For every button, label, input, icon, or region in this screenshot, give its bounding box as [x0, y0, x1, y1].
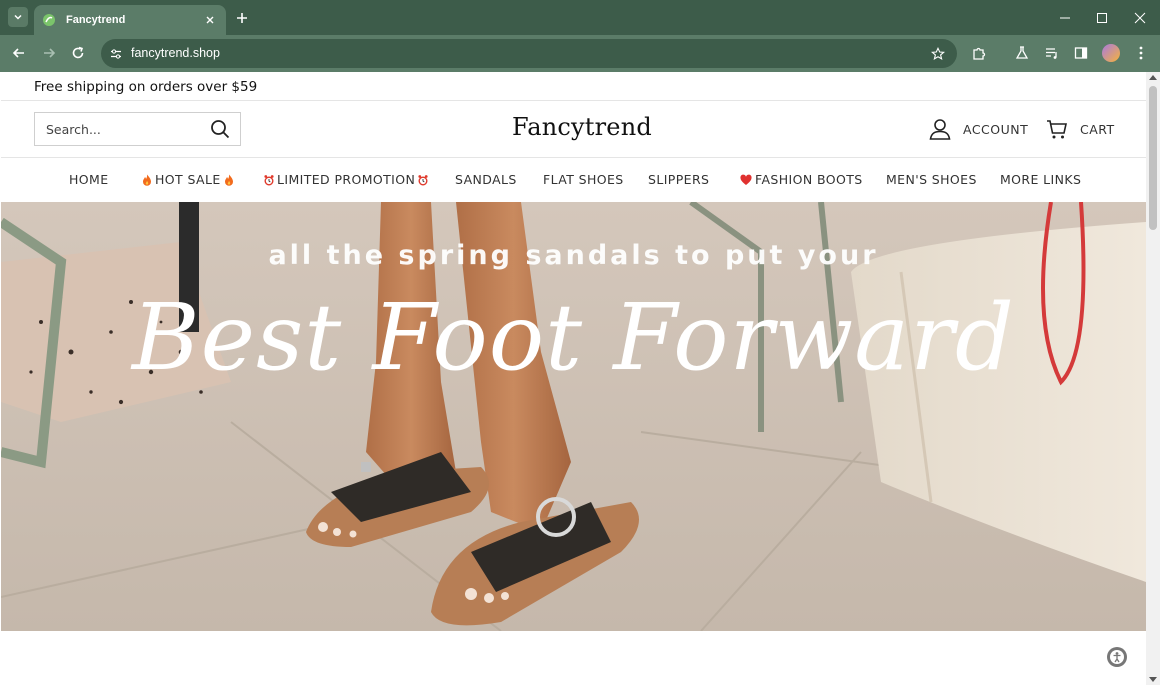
reload-button[interactable]: [68, 43, 88, 63]
browser-tab[interactable]: Fancytrend: [34, 5, 226, 35]
maximize-icon: [1097, 13, 1107, 23]
playlist-icon: [1046, 48, 1057, 59]
puzzle-icon: [972, 47, 985, 60]
maximize-button[interactable]: [1092, 8, 1112, 28]
address-bar[interactable]: fancytrend.shop: [101, 39, 957, 68]
site-info-button[interactable]: [107, 45, 125, 63]
nav-item-hot-sale[interactable]: HOT SALE: [139, 172, 237, 187]
nav-item-label: SLIPPERS: [648, 172, 710, 187]
page-viewport: Free shipping on orders over $59 Fancytr…: [1, 72, 1146, 685]
nav-item-label: HOT SALE: [155, 172, 221, 187]
scroll-down-arrow-icon[interactable]: [1149, 677, 1157, 682]
new-tab-button[interactable]: [232, 8, 252, 28]
browser-tabstrip: Fancytrend: [0, 0, 1160, 35]
accessibility-widget-button[interactable]: [1107, 647, 1127, 667]
nav-item-fashion-boots[interactable]: FASHION BOOTS: [737, 172, 863, 187]
heart-icon: [740, 174, 752, 185]
extensions-button[interactable]: [970, 44, 988, 62]
nav-item-limited-promotion[interactable]: LIMITED PROMOTION: [261, 172, 431, 187]
plus-icon: [237, 13, 247, 23]
hero-banner[interactable]: all the spring sandals to put your Best …: [1, 202, 1146, 631]
announcement-bar: Free shipping on orders over $59: [1, 72, 1146, 101]
kebab-menu-icon: [1139, 46, 1143, 60]
side-panel-button[interactable]: [1072, 44, 1090, 62]
nav-item-mens-shoes[interactable]: MEN'S SHOES: [886, 172, 977, 187]
url-text[interactable]: fancytrend.shop: [131, 46, 220, 60]
close-icon: [1134, 12, 1146, 24]
nav-item-sandals[interactable]: SANDALS: [455, 172, 517, 187]
hero-title: Best Foot Forward: [132, 284, 1015, 391]
close-icon: [206, 16, 214, 24]
minimize-button[interactable]: [1055, 8, 1075, 28]
tune-icon: [111, 49, 121, 59]
profile-avatar[interactable]: [1102, 44, 1120, 62]
arrow-right-icon: [44, 48, 56, 58]
nav-item-slippers[interactable]: SLIPPERS: [648, 172, 709, 187]
nav-item-label: MEN'S SHOES: [886, 172, 977, 187]
media-controls-button[interactable]: [1043, 44, 1061, 62]
minimize-icon: [1060, 17, 1070, 19]
account-label: ACCOUNT: [963, 121, 1029, 137]
back-button[interactable]: [9, 43, 29, 63]
bookmark-button[interactable]: [929, 45, 947, 63]
alarm-clock-icon: [264, 174, 274, 185]
nav-item-label: FLAT SHOES: [543, 172, 624, 187]
favicon-icon: [43, 14, 55, 26]
search-box: [34, 112, 241, 146]
chevron-down-icon: [14, 14, 22, 20]
account-link[interactable]: ACCOUNT: [929, 117, 1028, 141]
flask-icon: [1015, 46, 1029, 59]
reload-icon: [72, 46, 84, 59]
accessibility-icon: [1110, 650, 1124, 664]
side-panel-icon: [1074, 47, 1088, 59]
nav-item-more-links[interactable]: MORE LINKS: [1000, 172, 1081, 187]
nav-item-home[interactable]: HOME: [69, 172, 109, 187]
nav-item-flat-shoes[interactable]: FLAT SHOES: [543, 172, 624, 187]
page-scrollbar[interactable]: [1146, 72, 1160, 685]
cart-label: CART: [1080, 121, 1115, 137]
arrow-left-icon: [12, 48, 24, 58]
labs-button[interactable]: [1013, 44, 1031, 62]
tab-search-button[interactable]: [8, 7, 28, 27]
search-input[interactable]: [46, 121, 196, 137]
browser-menu-button[interactable]: [1132, 44, 1150, 62]
nav-item-label: LIMITED PROMOTION: [277, 172, 416, 187]
announcement-text: Free shipping on orders over $59: [34, 79, 258, 95]
nav-item-label: MORE LINKS: [1000, 172, 1082, 187]
hero-subtitle: all the spring sandals to put your: [268, 240, 879, 271]
tab-title: Fancytrend: [66, 14, 126, 26]
user-icon: [929, 119, 951, 140]
nav-item-label: SANDALS: [455, 172, 517, 187]
scrollbar-thumb[interactable]: [1149, 86, 1157, 230]
star-icon: [931, 47, 945, 61]
cart-icon: [1047, 120, 1067, 139]
close-window-button[interactable]: [1130, 8, 1150, 28]
forward-button[interactable]: [39, 43, 59, 63]
site-logo[interactable]: Fancytrend: [512, 113, 652, 141]
tab-close-button[interactable]: [202, 12, 218, 28]
browser-toolbar: fancytrend.shop: [0, 35, 1160, 72]
fire-icon: [143, 174, 151, 186]
scroll-up-arrow-icon[interactable]: [1149, 75, 1157, 80]
main-nav: HOME HOT SALE LIMITED PROMOTION SANDALS …: [1, 158, 1146, 202]
search-icon[interactable]: [210, 119, 230, 139]
alarm-clock-icon: [418, 174, 428, 185]
nav-item-label: FASHION BOOTS: [755, 172, 863, 187]
site-header: Fancytrend ACCOUNT CART: [1, 101, 1146, 158]
fire-icon: [224, 174, 233, 186]
cart-link[interactable]: CART: [1046, 117, 1115, 141]
nav-item-label: HOME: [69, 172, 109, 187]
